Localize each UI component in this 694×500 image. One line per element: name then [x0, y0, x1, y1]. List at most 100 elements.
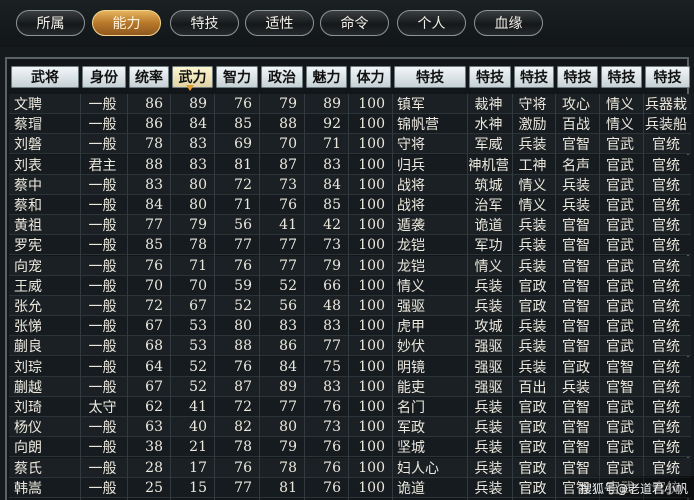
tab-0[interactable]: 所属: [16, 10, 85, 36]
table-cell: 官政: [518, 278, 547, 295]
table-cell: 89: [189, 96, 207, 113]
table-cell: 兵装: [562, 379, 590, 396]
column-header-1[interactable]: 身份: [82, 66, 126, 88]
table-cell: 守将: [518, 97, 547, 114]
table-cell: 79: [279, 96, 297, 113]
column-header-8[interactable]: 特技: [394, 66, 466, 88]
table-cell: 70: [145, 277, 163, 294]
table-cell: 76: [234, 257, 252, 274]
column-header-12[interactable]: 特技: [601, 66, 642, 88]
table-cell: 87: [234, 378, 252, 395]
table-cell: 兵装: [474, 400, 503, 417]
table-cell: 官政: [518, 400, 547, 417]
table-cell: 强驱: [474, 359, 503, 376]
table-cell: 83: [279, 318, 297, 335]
table-cell: 72: [234, 399, 252, 416]
table-cell: 76: [323, 459, 341, 476]
table-cell: 89: [279, 378, 297, 395]
table-cell: 82: [234, 419, 252, 436]
table-cell: 77: [234, 237, 252, 254]
tab-1[interactable]: 能力: [92, 10, 161, 36]
table-cell: 80: [279, 419, 297, 436]
table-cell: 官智: [562, 319, 590, 336]
table-cell: 兵装: [518, 258, 547, 275]
table-cell: 官统: [652, 379, 680, 396]
table-cell: 一般: [88, 177, 117, 194]
table-cell: 72: [145, 298, 163, 315]
table-cell: 兵装: [518, 218, 547, 235]
tab-4[interactable]: 命令: [320, 10, 389, 36]
table-cell: 80: [189, 176, 207, 193]
table-cell: 52: [279, 277, 297, 294]
column-header-2[interactable]: 统率: [129, 66, 169, 88]
table-cell: 88: [279, 116, 297, 133]
table-cell: 100: [358, 237, 385, 254]
column-header-0[interactable]: 武将: [11, 66, 79, 88]
table-cell: 战将: [397, 198, 425, 215]
table-cell: 向宠: [14, 258, 42, 275]
table-cell: 归兵: [397, 157, 425, 174]
table-cell: 100: [358, 298, 385, 315]
table-cell: 83: [189, 136, 207, 153]
column-header-10[interactable]: 特技: [514, 66, 554, 88]
table-cell: 77: [279, 257, 297, 274]
table-cell: 官统: [652, 440, 680, 457]
table-cell: 一般: [88, 420, 117, 437]
column-header-6[interactable]: 魅力: [306, 66, 347, 88]
table-cell: 69: [234, 136, 252, 153]
table-cell: 76: [234, 459, 252, 476]
table-cell: 太守: [88, 400, 117, 417]
tab-5[interactable]: 个人: [397, 10, 466, 36]
column-header-5[interactable]: 政治: [261, 66, 303, 88]
tab-bar: 所属 能力 特技 适性 命令 个人 血缘: [0, 0, 694, 47]
table-cell: 83: [323, 318, 341, 335]
table-cell: 53: [189, 338, 207, 355]
column-header-7[interactable]: 体力: [350, 66, 391, 88]
table-cell: 一般: [88, 278, 117, 295]
column-header-9[interactable]: 特技: [469, 66, 511, 88]
tab-3[interactable]: 适性: [245, 10, 314, 36]
table-cell: 官武: [606, 400, 634, 417]
table-cell: 强驱: [474, 339, 503, 356]
table-cell: 一般: [88, 137, 117, 154]
table-cell: 84: [145, 197, 163, 214]
table-cell: 官武: [606, 177, 634, 194]
column-header-13[interactable]: 特技: [645, 66, 690, 88]
table-cell: 73: [323, 419, 341, 436]
table-cell: 官统: [652, 480, 680, 497]
table-cell: 兵装: [562, 198, 590, 215]
table-cell: 官政: [518, 480, 547, 497]
column-header-11[interactable]: 特技: [557, 66, 598, 88]
table-cell: 71: [234, 197, 252, 214]
table-cell: 21: [189, 439, 207, 456]
table-cell: 官武: [606, 258, 634, 275]
table-cell: 52: [189, 378, 207, 395]
table-cell: 83: [323, 378, 341, 395]
table-cell: 100: [358, 156, 385, 173]
table-cell: 64: [145, 358, 163, 375]
table-cell: 53: [189, 318, 207, 335]
table-cell: 86: [279, 338, 297, 355]
table-cell: 官统: [652, 339, 680, 356]
table-cell: 攻心: [562, 97, 590, 114]
table-cell: 妇人心: [397, 460, 439, 477]
table-cell: 官智: [562, 258, 590, 275]
table-cell: 兵装: [518, 339, 547, 356]
tab-6[interactable]: 血缘: [474, 10, 543, 36]
table-cell: 官智: [562, 480, 590, 497]
table-cell: 77: [323, 338, 341, 355]
table-cell: 84: [323, 176, 341, 193]
table-cell: 75: [323, 358, 341, 375]
table-cell: 蒯良: [14, 339, 42, 356]
table-cell: 67: [145, 318, 163, 335]
table-cell: 刘磐: [14, 137, 42, 154]
table-cell: 官智: [562, 137, 590, 154]
table-cell: 100: [358, 439, 385, 456]
tab-2[interactable]: 特技: [170, 10, 239, 36]
table-cell: 73: [323, 237, 341, 254]
column-header-4[interactable]: 智力: [216, 66, 258, 88]
sort-descending-icon: [186, 85, 194, 91]
table-cell: 神机营: [469, 157, 508, 174]
table-cell: 蔡和: [14, 198, 42, 215]
table-cell: 攻城: [474, 319, 503, 336]
